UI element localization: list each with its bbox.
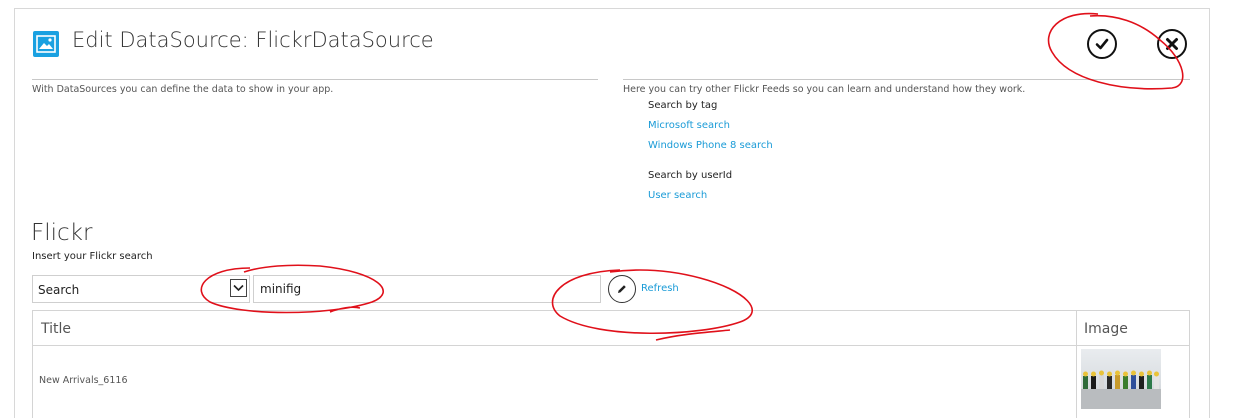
- section-title: Flickr: [31, 220, 93, 246]
- results-table: Title Image New Arrivals_6116: [32, 310, 1190, 418]
- search-type-select[interactable]: Search: [32, 275, 250, 303]
- left-description: With DataSources you can define the data…: [32, 84, 334, 95]
- cancel-button[interactable]: [1157, 29, 1187, 59]
- right-divider: [623, 79, 1190, 80]
- search-input[interactable]: [253, 275, 601, 303]
- section-subtitle: Insert your Flickr search: [32, 251, 153, 262]
- image-icon: [33, 31, 59, 57]
- table-row-title[interactable]: New Arrivals_6116: [39, 375, 127, 386]
- search-by-tag-label: Search by tag: [648, 100, 718, 111]
- right-description: Here you can try other Flickr Feeds so y…: [623, 84, 1026, 95]
- column-header-image: Image: [1084, 321, 1128, 337]
- column-header-title: Title: [41, 321, 72, 337]
- microsoft-search-link[interactable]: Microsoft search: [648, 120, 730, 131]
- edit-button[interactable]: [608, 275, 636, 303]
- pencil-icon: [618, 285, 626, 293]
- user-search-link[interactable]: User search: [648, 190, 707, 201]
- refresh-link[interactable]: Refresh: [641, 283, 679, 294]
- search-by-userid-label: Search by userId: [648, 170, 733, 181]
- left-divider: [32, 79, 598, 80]
- page-title: Edit DataSource: FlickrDataSource: [72, 28, 434, 52]
- chevron-down-icon[interactable]: [230, 279, 247, 297]
- confirm-button[interactable]: [1087, 29, 1117, 59]
- windows-phone-search-link[interactable]: Windows Phone 8 search: [648, 140, 773, 151]
- edit-datasource-page: Edit DataSource: FlickrDataSource With D…: [0, 0, 1244, 418]
- checkmark-icon: [1095, 38, 1109, 50]
- column-separator: [1076, 311, 1077, 418]
- header-separator: [33, 345, 1189, 346]
- lego-minifigures-thumbnail[interactable]: [1081, 349, 1161, 409]
- search-type-value: Search: [38, 283, 80, 297]
- close-icon: [1166, 38, 1178, 50]
